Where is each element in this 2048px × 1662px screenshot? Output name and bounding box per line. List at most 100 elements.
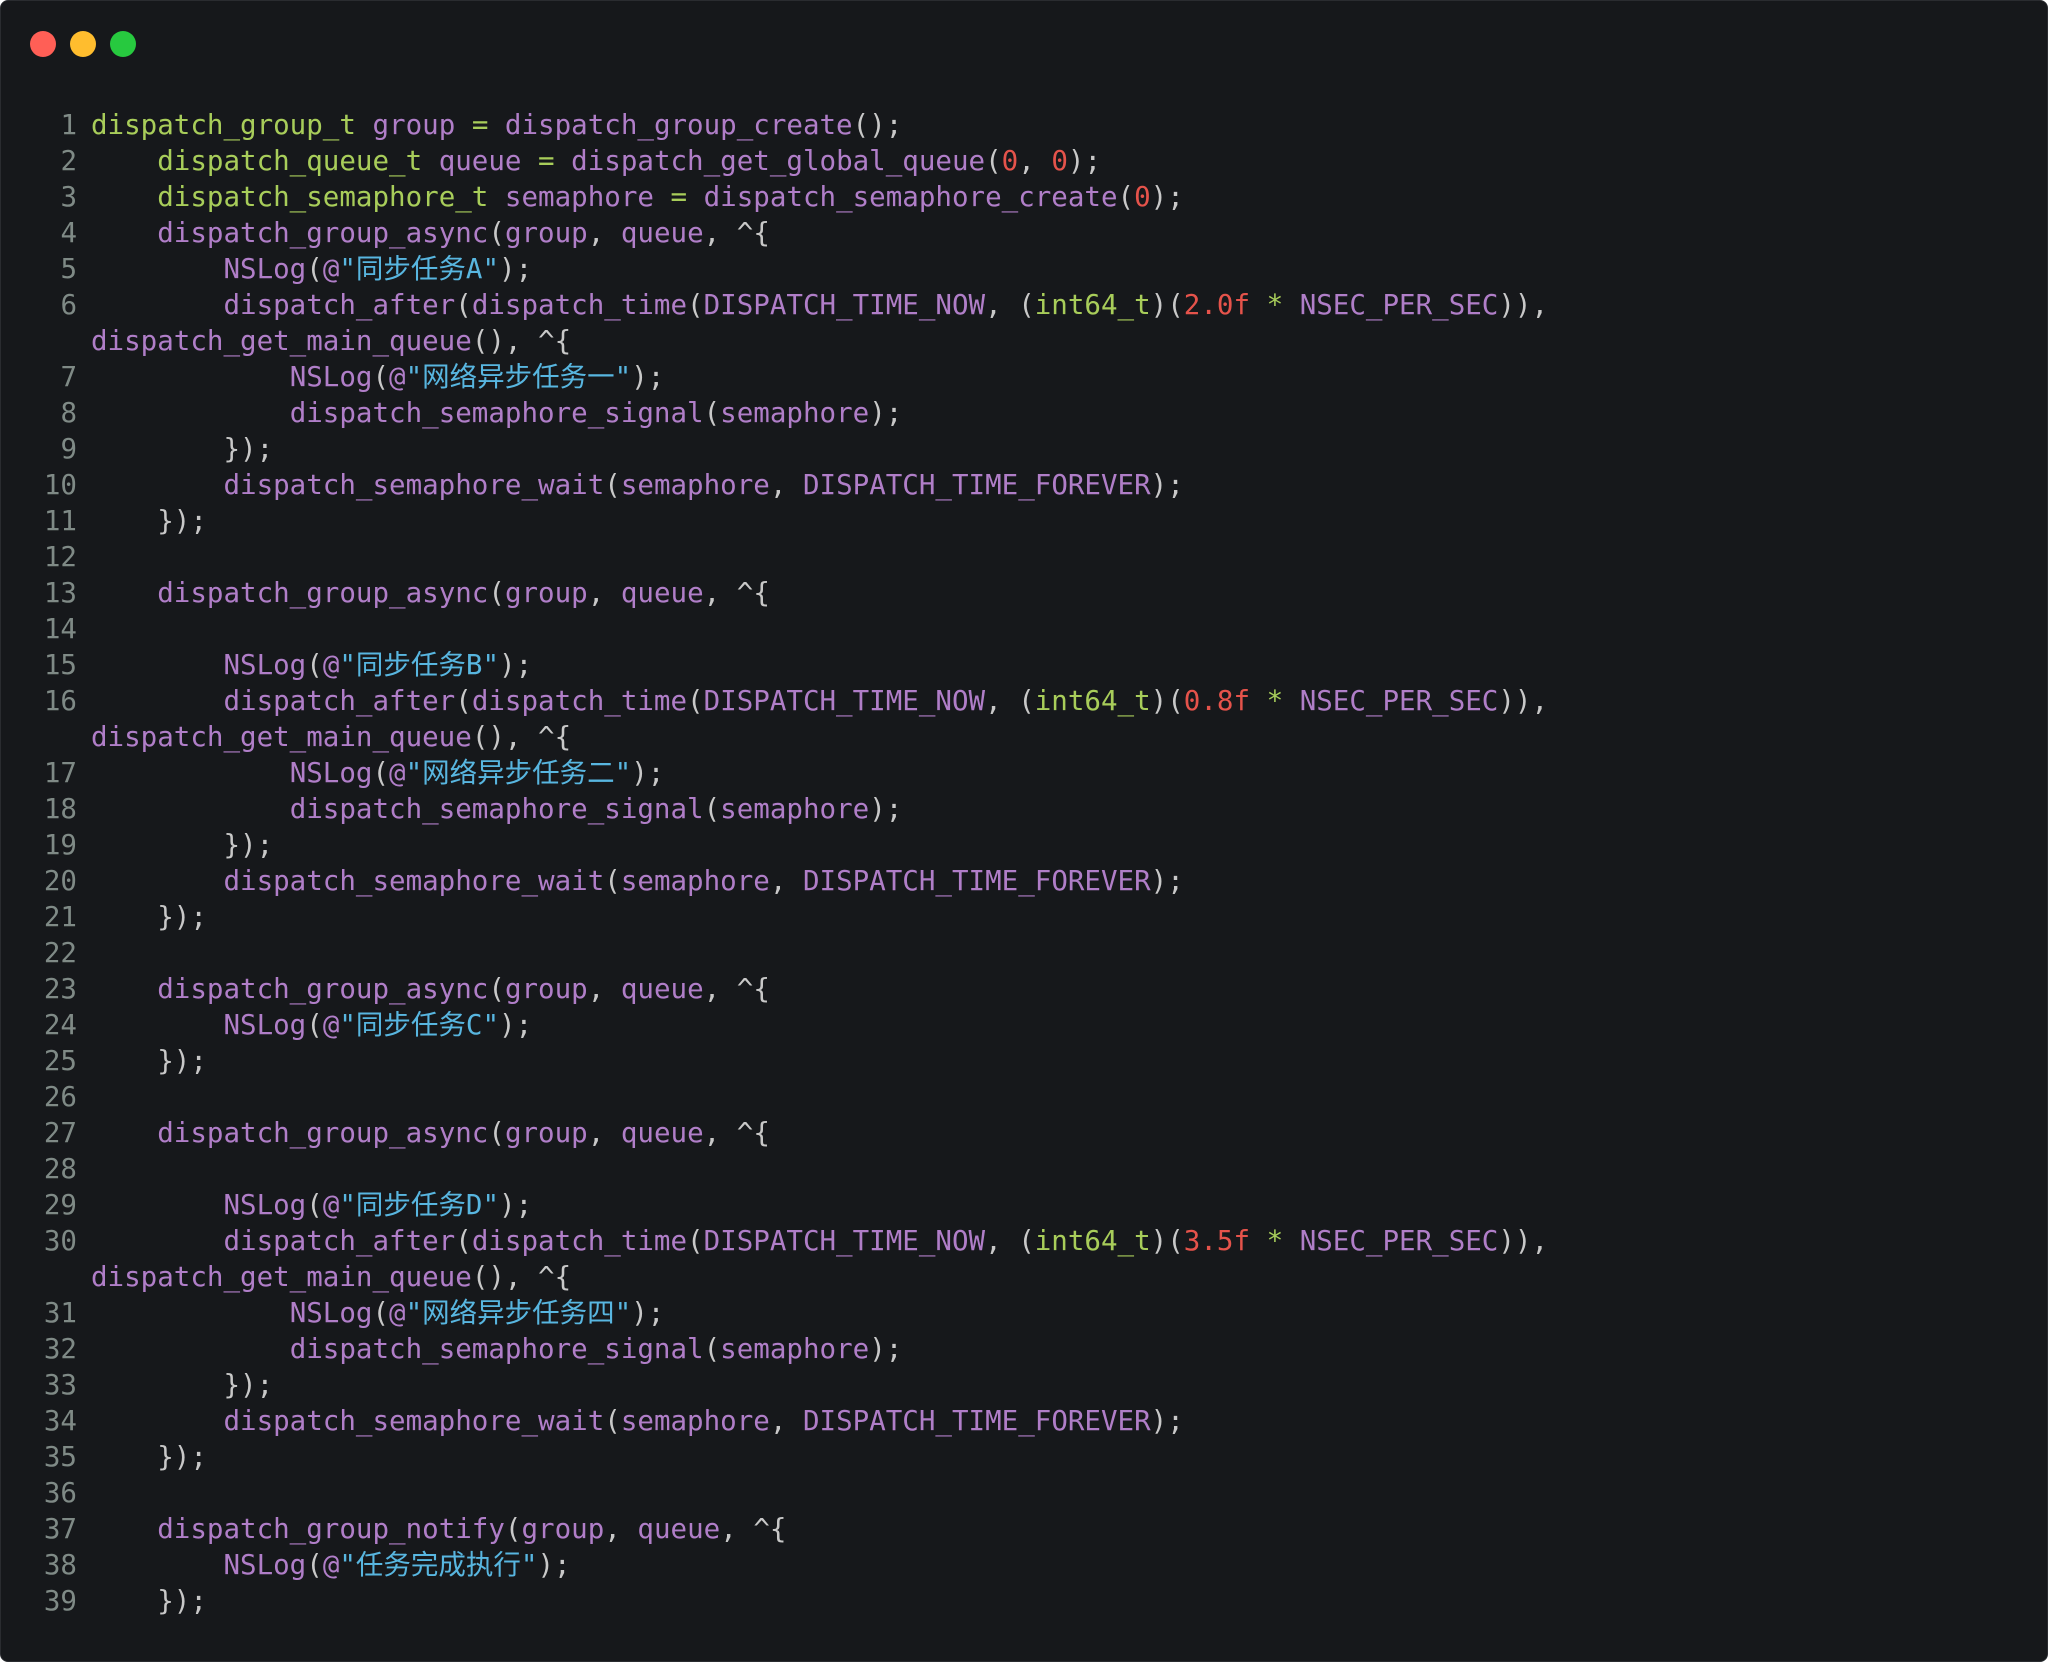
code-token: @ [322,649,340,681]
code-token: ); [631,757,665,789]
code-text: dispatch_after(dispatch_time(DISPATCH_TI… [91,1223,1548,1259]
code-text: dispatch_get_main_queue(), ^{ [91,323,571,359]
code-token: ( [703,397,721,429]
code-line: 26 [1,1079,2047,1115]
code-text: dispatch_group_async(group, queue, ^{ [91,575,770,611]
code-line: 39 }); [1,1583,2047,1619]
code-token: ); [869,1333,903,1365]
code-token: , ( [985,289,1035,321]
code-token: dispatch_group_notify [157,1513,505,1545]
line-number: 36 [43,1477,77,1509]
code-token: , [1018,145,1052,177]
code-token: ( [687,685,704,717]
code-token: }); [157,505,207,537]
code-line: dispatch_get_main_queue(), ^{ [1,1259,2047,1295]
code-token: queue [620,973,704,1005]
code-text: dispatch_semaphore_signal(semaphore); [91,791,903,827]
code-token: @ [322,1009,340,1041]
code-token: @ [389,361,406,393]
code-line: 15 NSLog(@"同步任务B"); [1,647,2047,683]
line-number: 27 [43,1117,77,1149]
code-line: 9 }); [1,431,2047,467]
code-token: )), [1498,1225,1549,1257]
code-line: 28 [1,1151,2047,1187]
line-number: 37 [43,1513,77,1545]
code-token: @ [322,1189,340,1221]
code-token: }); [223,433,274,465]
code-token: , ^{ [720,1513,787,1545]
code-line: 21 }); [1,899,2047,935]
code-token: , [587,577,621,609]
code-token: , [769,865,803,897]
code-line: 14 [1,611,2047,647]
code-token: dispatch_semaphore_wait [223,469,605,501]
code-line: 5 NSLog(@"同步任务A"); [1,251,2047,287]
code-token: DISPATCH_TIME_FOREVER [802,865,1151,897]
code-token: * [1250,685,1300,717]
code-line: 31 NSLog(@"网络异步任务四"); [1,1295,2047,1331]
code-token: = [471,109,489,141]
code-token: NSEC_PER_SEC [1299,289,1499,321]
code-line: 24 NSLog(@"同步任务C"); [1,1007,2047,1043]
code-token: NSEC_PER_SEC [1299,1225,1499,1257]
code-token: group [504,1117,588,1149]
close-button[interactable] [30,31,56,57]
code-token: ( [372,757,390,789]
minimize-button[interactable] [70,31,96,57]
code-token: "任务完成执行" [339,1549,538,1581]
code-token: dispatch_after [223,685,456,717]
code-token: dispatch_semaphore_signal [289,397,704,429]
code-token: , ( [985,685,1035,717]
line-number: 21 [43,901,77,933]
code-token: ); [1150,1405,1184,1437]
code-token: DISPATCH_TIME_NOW [703,1225,986,1257]
code-line: 27 dispatch_group_async(group, queue, ^{ [1,1115,2047,1151]
code-token: ( [604,865,621,897]
code-token: ); [1067,145,1102,177]
line-number: 16 [43,685,77,717]
code-token: ); [631,361,665,393]
code-text: dispatch_queue_t queue = dispatch_get_gl… [91,143,1101,179]
code-token: NSLog [223,1009,307,1041]
code-token: ( [703,1333,721,1365]
code-token: ); [537,1549,571,1581]
code-token: ( [372,361,390,393]
line-number: 29 [43,1189,77,1221]
line-number: 32 [43,1333,77,1365]
code-token: DISPATCH_TIME_FOREVER [802,469,1151,501]
code-token: )( [1150,685,1184,717]
code-token: , [769,1405,803,1437]
code-token: , ^{ [703,1117,770,1149]
code-token: )), [1498,685,1549,717]
code-token: ( [306,649,323,681]
code-text: dispatch_after(dispatch_time(DISPATCH_TI… [91,683,1548,719]
code-token: NSLog [223,253,307,285]
zoom-button[interactable] [110,31,136,57]
code-token: @ [322,1549,340,1581]
code-token: ); [1150,469,1184,501]
code-token: }); [223,829,274,861]
code-token: int64_t [1034,1225,1151,1257]
code-token: dispatch_group_async [157,1117,489,1149]
line-number: 25 [43,1045,77,1077]
code-token: = [538,145,555,177]
code-token: semaphore [488,181,671,213]
code-text: NSLog(@"同步任务D"); [91,1187,532,1223]
code-text: dispatch_group_async(group, queue, ^{ [91,971,770,1007]
code-token: "网络异步任务一" [405,361,632,393]
code-token: dispatch_get_global_queue [554,145,986,177]
code-token: ); [869,397,903,429]
code-text: NSLog(@"网络异步任务一"); [91,359,665,395]
code-text: }); [91,503,207,539]
code-token: dispatch_semaphore_create [687,181,1118,213]
code-token: dispatch_semaphore_wait [223,865,605,897]
code-token: , ^{ [703,217,770,249]
